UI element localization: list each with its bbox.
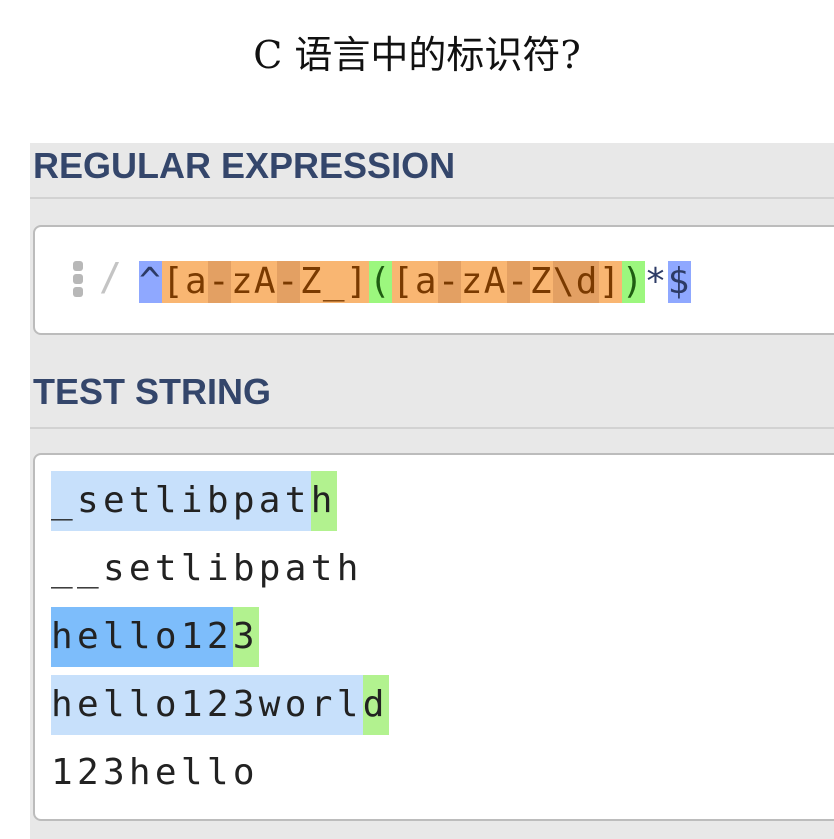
match-highlight-match-selected: hello12 [51,607,233,667]
regex-token-quantifier: * [644,261,668,303]
heading-divider [30,427,834,429]
regex-token-charset: Z [299,261,323,303]
regex-token-charset: ] [598,261,622,303]
match-highlight-match: _setlibpat [51,471,311,531]
test-string-input[interactable]: _setlibpath __setlibpath hello123 hello123w… [33,453,834,821]
plain-text: __setlibpath [51,548,363,589]
test-string-line: hello123world [51,675,389,735]
regex-token-charset: z [460,261,484,303]
regex-token-range: - [276,261,300,303]
plain-text: 123hello [51,752,259,793]
regex-pattern[interactable]: ^[a - z A - Z _]([a - z A - Z \d]) * $ [139,261,691,303]
test-string-heading: TEST STRING [33,371,272,412]
regex-token-charset: ] [345,261,369,303]
regex-token-charset: z [230,261,254,303]
regex-token-range: - [506,261,530,303]
regex-token-escape: \d [552,261,599,303]
regex-token-charset: Z [529,261,553,303]
match-highlight-group: h [310,471,337,531]
regex-token-charset: [ [161,261,185,303]
match-highlight-match: hello123worl [51,675,363,735]
page-title: C 语言中的标识符? [253,33,581,77]
regex-token-charset: A [483,261,507,303]
match-highlight-group: d [362,675,389,735]
regex-token-range: - [207,261,231,303]
regex-token-group: ) [621,261,645,303]
regex-token-anchor: ^ [139,261,162,303]
regex-token-charset: a [414,261,438,303]
drag-handle-icon[interactable] [73,261,83,297]
regex-token-group: ( [368,261,392,303]
test-string-line: 123hello [51,743,259,803]
regex-token-charset: a [184,261,208,303]
regex-tester-panel: REGULAR EXPRESSION / ^[a - z A - Z _]([a - z A - Z \… [30,143,834,839]
test-string-line: hello123 [51,607,259,667]
regex-token-anchor: $ [667,261,691,303]
regex-token-charset: _ [322,261,346,303]
test-string-line: __setlibpath [51,539,363,599]
regex-delimiter: / [99,255,122,299]
test-string-line: _setlibpath [51,471,337,531]
regex-input-box[interactable]: / ^[a - z A - Z _]([a - z A - Z \d]) * $ [33,225,834,335]
regex-token-charset: A [253,261,277,303]
heading-divider [30,197,834,199]
regex-token-charset: [ [391,261,415,303]
match-highlight-group: 3 [232,607,259,667]
regex-token-range: - [437,261,461,303]
regex-section-heading: REGULAR EXPRESSION [33,145,456,186]
